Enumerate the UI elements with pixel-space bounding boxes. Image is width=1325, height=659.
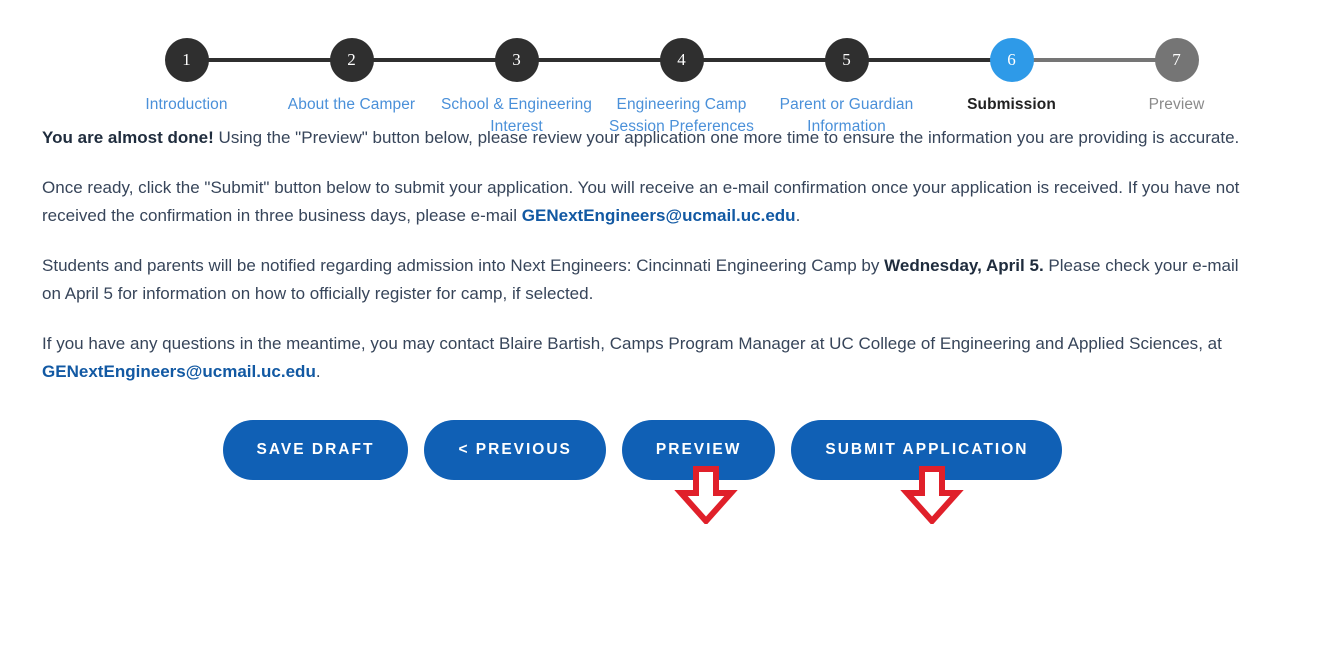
step-6-number: 6 (989, 38, 1034, 82)
paragraph-contact-info: If you have any questions in the meantim… (42, 330, 1243, 386)
step-5-label: Parent or Guardian Information (779, 96, 914, 135)
previous-button[interactable]: < PREVIOUS (424, 420, 606, 480)
step-5-parent-or-guardian-information[interactable]: 5 Parent or Guardian Information (764, 38, 1012, 138)
step-4-engineering-camp-session-preferences[interactable]: 4 Engineering Camp Session Preferences (599, 38, 847, 138)
notification-date: Wednesday, April 5. (884, 256, 1044, 275)
application-progress-stepper: 1 Introduction 2 About the Camper 3 Scho… (0, 0, 1325, 135)
step-2-label: About the Camper (287, 96, 416, 113)
submit-application-button[interactable]: SUBMIT APPLICATION (791, 420, 1063, 480)
notification-text-1: Students and parents will be notified re… (42, 256, 885, 275)
step-3-label: School & Engineering Interest (440, 96, 593, 135)
paragraph-submit-instructions: Once ready, click the "Submit" button be… (42, 174, 1243, 230)
preview-button[interactable]: PREVIEW (621, 420, 776, 480)
step-connector-5 (846, 58, 1012, 62)
save-draft-button[interactable]: SAVE DRAFT (222, 420, 409, 480)
step-3-school-engineering-interest[interactable]: 3 School & Engineering Interest (434, 38, 682, 138)
stepper-track: 1 Introduction 2 About the Camper 3 Scho… (0, 38, 1325, 138)
step-2-about-the-camper[interactable]: 2 About the Camper (269, 38, 517, 116)
email-link-confirmation[interactable]: GENextEngineers@ucmail.uc.edu (522, 206, 796, 225)
step-4-label: Engineering Camp Session Preferences (609, 96, 754, 135)
step-1-number: 1 (164, 38, 209, 82)
step-connector-4 (681, 58, 847, 62)
step-7-preview[interactable]: 7 Preview (1094, 38, 1259, 116)
step-connector-6 (1011, 58, 1177, 62)
submit-instructions-text-2: . (795, 206, 801, 225)
paragraph-notification-date: Students and parents will be notified re… (42, 252, 1243, 308)
step-1-introduction[interactable]: 1 Introduction (104, 38, 352, 116)
step-7-number: 7 (1154, 38, 1199, 82)
email-link-contact[interactable]: GENextEngineers@ucmail.uc.edu (42, 362, 316, 381)
step-1-label: Introduction (145, 96, 228, 113)
submission-content: You are almost done! Using the "Preview"… (0, 124, 1285, 480)
contact-text-1: If you have any questions in the meantim… (42, 334, 1222, 353)
step-connector-3 (516, 58, 682, 62)
step-connector-1 (186, 58, 352, 62)
step-7-label: Preview (1148, 96, 1205, 113)
step-4-number: 4 (659, 38, 704, 82)
step-5-number: 5 (824, 38, 869, 82)
step-6-label: Submission (967, 96, 1056, 113)
step-connector-2 (351, 58, 517, 62)
form-action-buttons: SAVE DRAFT < PREVIOUS PREVIEW SUBMIT APP… (42, 420, 1243, 480)
step-6-submission[interactable]: 6 Submission (929, 38, 1177, 116)
contact-text-2: . (315, 362, 321, 381)
step-2-number: 2 (329, 38, 374, 82)
step-3-number: 3 (494, 38, 539, 82)
